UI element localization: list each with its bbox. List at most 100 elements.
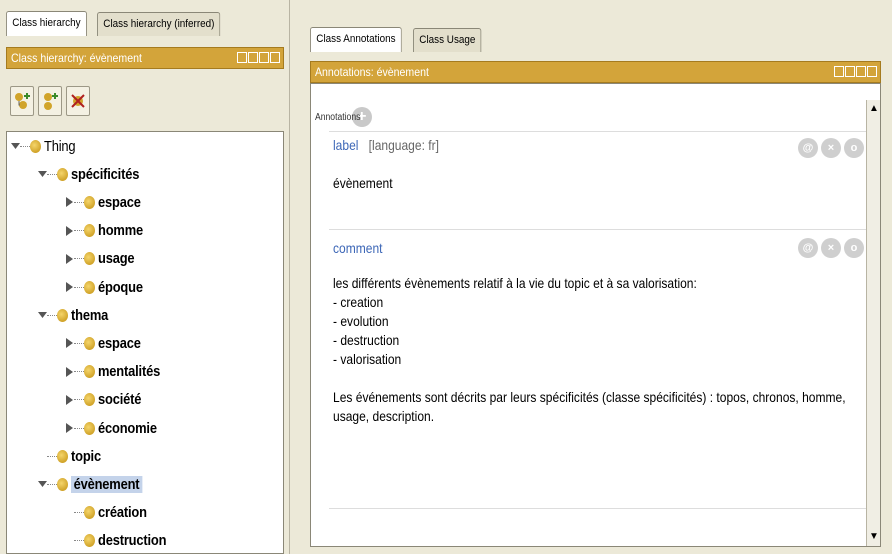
tab-class-annotations[interactable]: Class Annotations <box>310 27 402 52</box>
minimize-view-icon[interactable] <box>248 52 258 63</box>
tree-node[interactable]: époque <box>65 274 150 300</box>
tree-node[interactable]: thema <box>38 302 114 328</box>
tree-connector <box>74 399 84 401</box>
expanded-arrow-icon[interactable] <box>38 309 47 321</box>
tree-node-label[interactable]: usage <box>98 250 135 267</box>
tree-node-label[interactable]: évènement <box>71 475 143 493</box>
delete-icon[interactable]: × <box>821 238 841 258</box>
expanded-arrow-icon[interactable] <box>38 478 47 490</box>
header-window-controls <box>237 52 280 63</box>
tree-node-label[interactable]: époque <box>98 279 143 296</box>
tree-connector <box>74 286 84 288</box>
tree-node-label[interactable]: spécificités <box>71 166 139 183</box>
collapsed-arrow-icon[interactable] <box>65 281 74 293</box>
annotation-label: label [language: fr] @ × o évènement <box>329 131 866 229</box>
collapsed-arrow-icon[interactable] <box>65 253 74 265</box>
tab-class-usage[interactable]: Class Usage <box>413 28 482 52</box>
tree-node[interactable]: destruction <box>65 528 177 553</box>
header-window-controls <box>834 66 877 77</box>
tree-connector <box>47 455 57 457</box>
tree-node-label[interactable]: topic <box>71 448 101 465</box>
maximize-view-icon[interactable] <box>259 52 269 63</box>
class-bullet-icon <box>84 506 95 520</box>
restore-view-icon[interactable] <box>834 66 844 77</box>
tree-node-label[interactable]: mentalités <box>98 363 160 380</box>
tree-node[interactable]: espace <box>65 330 148 356</box>
class-bullet-icon <box>57 308 68 322</box>
add-sibling-class-button[interactable] <box>38 86 62 116</box>
close-view-icon[interactable] <box>270 52 280 63</box>
class-hierarchy-view: Class hierarchy Class hierarchy (inferre… <box>0 0 290 554</box>
add-subclass-button[interactable] <box>10 86 34 116</box>
annotation-property-label[interactable]: label <box>333 137 358 153</box>
tree-node[interactable]: topic <box>38 443 106 469</box>
scroll-down-icon[interactable]: ▼ <box>868 530 880 544</box>
tree-node[interactable]: évènement <box>38 471 154 497</box>
edit-icon[interactable]: o <box>844 138 864 158</box>
expanded-arrow-icon[interactable] <box>38 168 47 180</box>
collapsed-arrow-icon[interactable] <box>65 422 74 434</box>
tree-node[interactable]: spécificités <box>38 161 150 187</box>
tree-node-label[interactable]: espace <box>98 335 141 352</box>
annotations-label: Annotations <box>315 111 361 123</box>
tab-class-hierarchy[interactable]: Class hierarchy <box>6 11 87 36</box>
annotate-icon[interactable]: @ <box>798 238 818 258</box>
tree-node-label[interactable]: homme <box>98 222 143 239</box>
class-bullet-icon <box>84 365 95 379</box>
tree-node[interactable]: espace <box>65 189 148 215</box>
tree-node[interactable]: usage <box>65 246 140 272</box>
collapsed-arrow-icon[interactable] <box>65 196 74 208</box>
tree-node-label[interactable]: société <box>98 391 141 408</box>
left-tab-strip: Class hierarchy Class hierarchy (inferre… <box>6 11 235 36</box>
delete-icon[interactable]: × <box>821 138 841 158</box>
vertical-scrollbar[interactable]: ▲ ▼ <box>866 100 880 546</box>
class-bullet-icon <box>84 393 95 407</box>
tree-node[interactable]: création <box>65 500 155 526</box>
annotations-section: Annotations + <box>315 107 372 127</box>
tree-node-label[interactable]: espace <box>98 194 141 211</box>
maximize-view-icon[interactable] <box>856 66 866 77</box>
minimize-view-icon[interactable] <box>845 66 855 77</box>
annotation-property-comment[interactable]: comment <box>333 240 383 256</box>
annotate-icon[interactable]: @ <box>798 138 818 158</box>
tree-node-label[interactable]: destruction <box>98 532 167 549</box>
class-bullet-icon <box>84 195 95 209</box>
annotation-comment: comment @ × o les différents évènements … <box>329 229 866 509</box>
expanded-arrow-icon[interactable] <box>11 140 20 152</box>
tree-node[interactable]: mentalités <box>65 359 170 385</box>
tree-node[interactable]: homme <box>65 218 150 244</box>
class-bullet-icon <box>84 280 95 294</box>
tree-node[interactable]: économie <box>65 415 166 441</box>
delete-class-button[interactable] <box>66 86 90 116</box>
tree-connector <box>47 483 57 485</box>
class-toolbar <box>10 86 90 116</box>
tab-class-hierarchy-inferred[interactable]: Class hierarchy (inferred) <box>96 12 221 36</box>
class-bullet-icon <box>84 421 95 435</box>
tree-connector <box>74 512 84 514</box>
collapsed-arrow-icon[interactable] <box>65 366 74 378</box>
class-bullet-icon <box>57 449 68 463</box>
collapsed-arrow-icon[interactable] <box>65 225 74 237</box>
scroll-up-icon[interactable]: ▲ <box>868 102 880 116</box>
class-hierarchy-header: Class hierarchy: évènement <box>6 47 284 69</box>
tree-node[interactable]: société <box>65 387 148 413</box>
class-bullet-icon <box>57 477 68 491</box>
annotation-value: évènement <box>333 175 393 191</box>
add-subclass-icon <box>15 93 30 109</box>
close-view-icon[interactable] <box>867 66 877 77</box>
tree-connector <box>47 173 57 175</box>
collapsed-arrow-icon[interactable] <box>65 337 74 349</box>
tree-node[interactable]: Thing <box>11 133 81 159</box>
edit-icon[interactable]: o <box>844 238 864 258</box>
tree-node-label[interactable]: économie <box>98 420 157 437</box>
tree-node-label[interactable]: création <box>98 504 147 521</box>
annotations-header: Annotations: évènement <box>310 61 881 83</box>
tree-node-label[interactable]: Thing <box>44 138 76 155</box>
collapsed-arrow-icon[interactable] <box>65 394 74 406</box>
annotation-language: [language: fr] <box>368 137 439 153</box>
tree-connector <box>74 258 84 260</box>
restore-view-icon[interactable] <box>237 52 247 63</box>
tree-node-label[interactable]: thema <box>71 307 108 324</box>
